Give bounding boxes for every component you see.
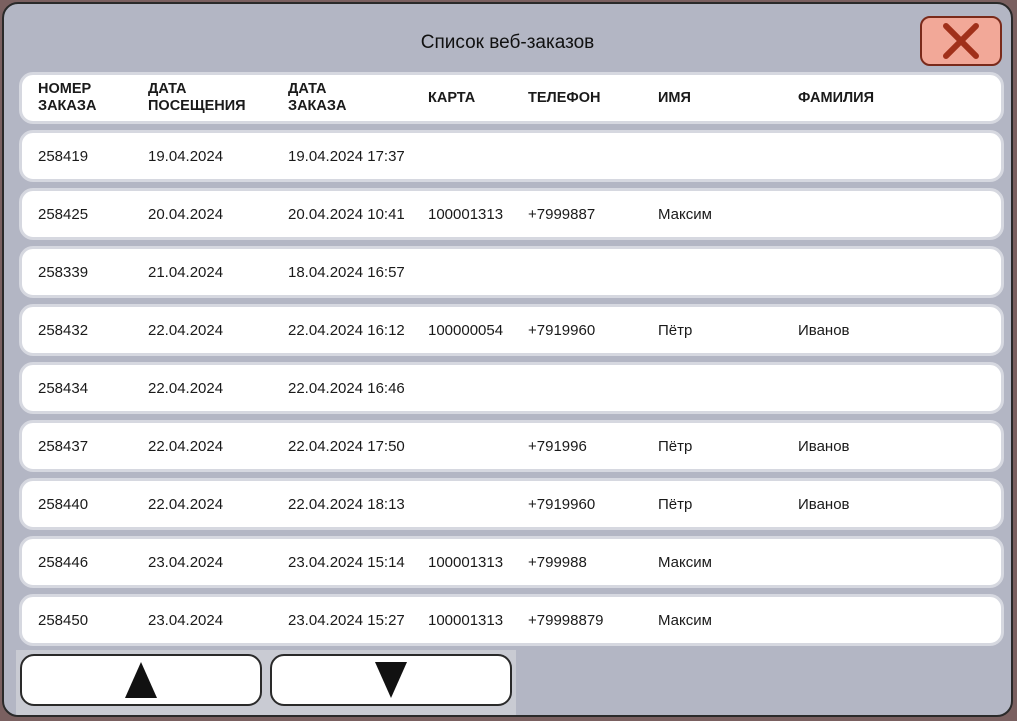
table-row[interactable]: 258434 22.04.2024 22.04.2024 16:46 (19, 362, 1004, 414)
cell-order-date: 22.04.2024 16:46 (288, 379, 405, 397)
table-row[interactable]: 258432 22.04.2024 22.04.2024 16:12 10000005… (19, 304, 1004, 356)
scroll-down-button[interactable] (270, 654, 512, 706)
cell-phone: +7919960 (528, 321, 596, 339)
cell-order-number: 258450 (38, 611, 89, 629)
cell-visit-date: 22.04.2024 (148, 495, 224, 513)
cell-order-number: 258440 (38, 495, 89, 513)
cell-phone: +7999887 (528, 205, 596, 223)
header-card: КАРТА (428, 89, 476, 106)
cell-visit-date: 22.04.2024 (148, 321, 224, 339)
header-first-name: ИМЯ (658, 89, 691, 106)
cell-order-date: 18.04.2024 16:57 (288, 263, 405, 281)
header-phone: ТЕЛЕФОН (528, 89, 601, 106)
cell-visit-date: 22.04.2024 (148, 437, 224, 455)
cell-phone: +7919960 (528, 495, 596, 513)
table-row[interactable]: 258440 22.04.2024 22.04.2024 18:13 +7919960… (19, 478, 1004, 530)
cell-first-name: Пётр (658, 437, 693, 455)
cell-order-date: 23.04.2024 15:27 (288, 611, 405, 629)
cell-order-date: 23.04.2024 15:14 (288, 553, 405, 571)
web-orders-window: Список веб-заказов НОМЕР ЗАКАЗА ДАТА ПОСЕ… (2, 2, 1013, 717)
cell-last-name: Иванов (798, 495, 850, 513)
cell-visit-date: 23.04.2024 (148, 611, 224, 629)
header-order-number: НОМЕР ЗАКАЗА (38, 81, 97, 114)
cell-first-name: Максим (658, 205, 712, 223)
cell-visit-date: 22.04.2024 (148, 379, 224, 397)
close-x-icon (943, 23, 979, 59)
cell-last-name: Иванов (798, 321, 850, 339)
close-button[interactable] (920, 16, 1002, 66)
cell-order-number: 258419 (38, 147, 89, 165)
cell-order-date: 22.04.2024 16:12 (288, 321, 405, 339)
cell-card: 100000054 (428, 321, 504, 339)
cell-visit-date: 23.04.2024 (148, 553, 224, 571)
table-header-row: НОМЕР ЗАКАЗА ДАТА ПОСЕЩЕНИЯ ДАТА ЗАКАЗА КАР… (19, 72, 1004, 124)
arrow-up-triangle-icon (125, 662, 157, 698)
table-row[interactable]: 258450 23.04.2024 23.04.2024 15:27 10000131… (19, 594, 1004, 646)
arrow-down-triangle-icon (375, 662, 407, 698)
cell-card: 100001313 (428, 553, 504, 571)
table-row[interactable]: 258437 22.04.2024 22.04.2024 17:50 +791996 П… (19, 420, 1004, 472)
table-row[interactable]: 258419 19.04.2024 19.04.2024 17:37 (19, 130, 1004, 182)
cell-first-name: Максим (658, 611, 712, 629)
cell-phone: +79998879 (528, 611, 604, 629)
scroll-up-button[interactable] (20, 654, 262, 706)
cell-order-number: 258434 (38, 379, 89, 397)
cell-order-number: 258432 (38, 321, 89, 339)
cell-card: 100001313 (428, 205, 504, 223)
cell-last-name: Иванов (798, 437, 850, 455)
table-row[interactable]: 258446 23.04.2024 23.04.2024 15:14 10000131… (19, 536, 1004, 588)
header-visit-date: ДАТА ПОСЕЩЕНИЯ (148, 81, 246, 114)
cell-card: 100001313 (428, 611, 504, 629)
cell-first-name: Пётр (658, 321, 693, 339)
cell-phone: +791996 (528, 437, 587, 455)
cell-order-number: 258425 (38, 205, 89, 223)
table-row[interactable]: 258425 20.04.2024 20.04.2024 10:41 10000131… (19, 188, 1004, 240)
cell-order-number: 258339 (38, 263, 89, 281)
header-order-date: ДАТА ЗАКАЗА (288, 81, 347, 114)
table-row[interactable]: 258339 21.04.2024 18.04.2024 16:57 (19, 246, 1004, 298)
cell-order-date: 20.04.2024 10:41 (288, 205, 405, 223)
cell-visit-date: 20.04.2024 (148, 205, 224, 223)
cell-first-name: Пётр (658, 495, 693, 513)
window-title: Список веб-заказов (420, 32, 595, 53)
cell-order-date: 22.04.2024 17:50 (288, 437, 405, 455)
cell-visit-date: 19.04.2024 (148, 147, 224, 165)
cell-phone: +799988 (528, 553, 587, 571)
cell-order-date: 22.04.2024 18:13 (288, 495, 405, 513)
cell-order-date: 19.04.2024 17:37 (288, 147, 405, 165)
cell-visit-date: 21.04.2024 (148, 263, 224, 281)
cell-order-number: 258446 (38, 553, 89, 571)
cell-order-number: 258437 (38, 437, 89, 455)
cell-first-name: Максим (658, 553, 712, 571)
header-last-name: ФАМИЛИЯ (798, 89, 875, 106)
